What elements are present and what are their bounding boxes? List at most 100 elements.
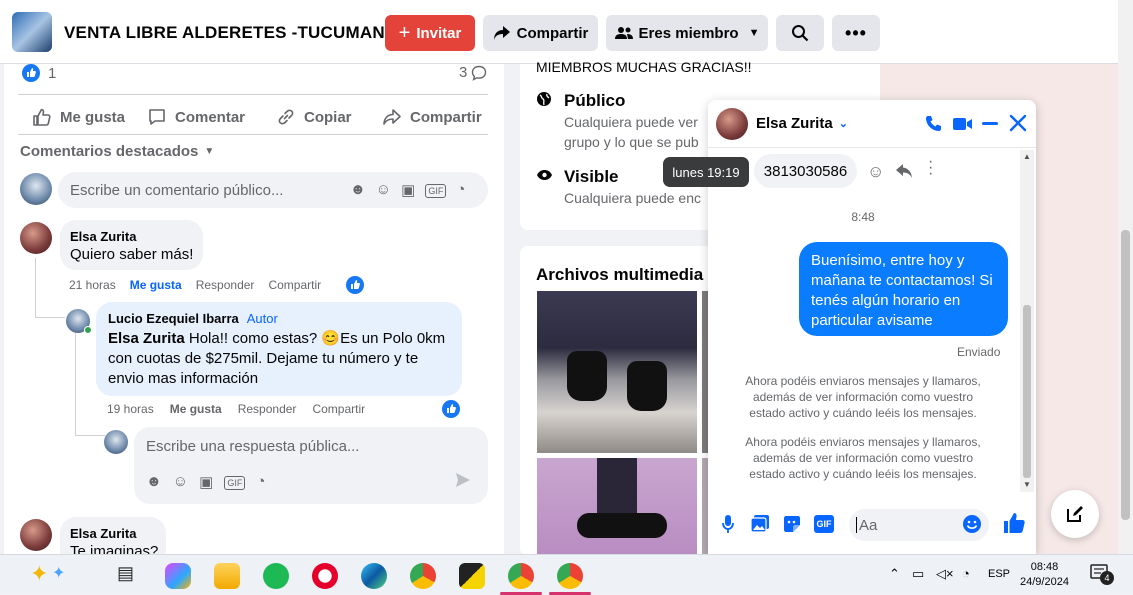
emoji-icon[interactable]: ☺ xyxy=(376,181,391,199)
scrollbar-thumb[interactable] xyxy=(1121,230,1130,520)
commenter-avatar[interactable] xyxy=(20,222,52,254)
feed-scrollbar[interactable] xyxy=(504,64,514,554)
comment-text: Quiero saber más! xyxy=(70,246,194,263)
close-icon[interactable] xyxy=(1009,114,1027,132)
chevron-up-icon[interactable]: ⌃ xyxy=(889,566,900,582)
eye-icon xyxy=(536,169,553,181)
camera-icon[interactable]: ▣ xyxy=(199,473,213,491)
gif-icon[interactable]: GIF xyxy=(814,515,834,533)
avatar-sticker-icon[interactable]: ☻ xyxy=(146,473,162,491)
page-scrollbar[interactable] xyxy=(1118,0,1133,554)
like-button[interactable]: Me gusta xyxy=(32,107,125,127)
like-reaction-icon[interactable] xyxy=(442,400,460,418)
reaction-summary[interactable]: 1 xyxy=(22,64,56,82)
chrome-profile-icon[interactable] xyxy=(557,563,583,589)
reply-reply-button[interactable]: Responder xyxy=(238,402,297,416)
contact-name-button[interactable]: Elsa Zurita ⌄ xyxy=(756,115,848,132)
media-title[interactable]: Archivos multimedia re xyxy=(536,265,724,285)
react-emoji-icon[interactable]: ☺ xyxy=(867,162,884,182)
scroll-down-icon[interactable]: ▼ xyxy=(1023,480,1031,489)
spotify-icon[interactable] xyxy=(263,563,289,589)
scroll-up-icon[interactable]: ▲ xyxy=(1023,152,1031,161)
clock[interactable]: 08:48 24/9/2024 xyxy=(1020,560,1069,590)
reply-share-button[interactable]: Compartir xyxy=(312,402,365,416)
chrome-icon[interactable] xyxy=(410,563,436,589)
more-options-button[interactable]: ••• xyxy=(832,15,880,51)
comment-reply-button[interactable]: Responder xyxy=(196,278,255,292)
ellipsis-icon: ••• xyxy=(845,22,867,43)
emoji-icon[interactable] xyxy=(962,514,982,534)
commenter-avatar[interactable] xyxy=(20,519,52,551)
phone-icon[interactable] xyxy=(924,114,944,134)
gif-icon[interactable]: GIF xyxy=(224,476,246,490)
featured-comments-filter[interactable]: Comentarios destacados ▼ xyxy=(20,143,214,160)
more-vertical-icon[interactable]: · · · xyxy=(928,154,933,182)
message-input[interactable]: Aa xyxy=(849,509,989,541)
like-reaction-icon[interactable] xyxy=(346,276,364,294)
file-explorer-icon[interactable] xyxy=(214,563,240,589)
new-message-button[interactable] xyxy=(1051,490,1099,538)
share-button[interactable]: Compartir xyxy=(382,107,482,127)
my-avatar[interactable] xyxy=(104,430,128,454)
comment-button[interactable]: Comentar xyxy=(147,107,245,127)
group-thumbnail[interactable] xyxy=(12,12,52,52)
comment-author[interactable]: Elsa Zurita xyxy=(70,526,136,541)
copilot-sparkle-icon[interactable]: ✦ xyxy=(30,561,48,587)
share-group-button[interactable]: Compartir xyxy=(483,15,598,51)
opera-icon[interactable] xyxy=(312,563,338,589)
edge-icon[interactable] xyxy=(361,563,387,589)
like-label: Me gusta xyxy=(60,108,126,126)
invite-button[interactable]: + Invitar xyxy=(385,15,475,51)
scrollbar-thumb[interactable] xyxy=(1023,305,1031,478)
photo-icon[interactable] xyxy=(750,514,770,534)
copy-button[interactable]: Copiar xyxy=(276,107,352,127)
sticker-icon[interactable]: ◔ xyxy=(256,473,265,491)
thumbs-up-send-icon[interactable] xyxy=(1002,511,1026,535)
member-button[interactable]: Eres miembro ▼ xyxy=(606,15,768,51)
copilot-icon[interactable] xyxy=(165,563,191,589)
comment-input[interactable]: Escribe un comentario público... ☻ ☺ ▣ G… xyxy=(58,172,488,208)
comment-icon xyxy=(147,107,167,127)
media-photo[interactable] xyxy=(537,458,697,556)
contact-avatar[interactable] xyxy=(716,108,748,140)
task-view-icon[interactable]: ▤ xyxy=(117,563,134,584)
reply-time[interactable]: 19 horas xyxy=(107,402,154,416)
thread-line xyxy=(35,258,36,318)
gif-icon[interactable]: GIF xyxy=(425,184,447,198)
shoe-shape xyxy=(627,361,667,411)
reaction-count: 1 xyxy=(48,64,57,82)
camera-icon[interactable]: ▣ xyxy=(401,181,415,199)
search-button[interactable] xyxy=(776,15,824,51)
reply-like-button[interactable]: Me gusta xyxy=(170,402,222,416)
mention-link[interactable]: Elsa Zurita xyxy=(108,330,185,347)
my-avatar[interactable] xyxy=(20,173,52,205)
video-call-icon[interactable] xyxy=(952,115,974,133)
avatar-sticker-icon[interactable]: ☻ xyxy=(350,181,366,199)
reply-icon[interactable] xyxy=(895,163,913,179)
sticker-icon[interactable]: ◔ xyxy=(456,181,465,199)
microphone-icon[interactable] xyxy=(721,514,735,534)
battery-icon[interactable]: ▭ xyxy=(912,566,924,582)
group-name[interactable]: VENTA LIBRE ALDERETES -TUCUMAN xyxy=(64,23,385,43)
sticky-notes-icon[interactable] xyxy=(459,563,485,589)
minimize-icon[interactable] xyxy=(982,122,998,125)
received-message[interactable]: 3813030586 xyxy=(754,154,857,188)
reply-input[interactable]: Escribe una respuesta pública... ☻ ☺ ▣ G… xyxy=(134,427,488,504)
sticker-icon[interactable] xyxy=(782,514,802,534)
language-indicator[interactable]: ESP xyxy=(988,568,1010,580)
send-icon[interactable] xyxy=(454,471,472,489)
sent-message[interactable]: Buenísimo, entre hoy y mañana te contact… xyxy=(799,242,1008,336)
comment-count[interactable]: 3 xyxy=(459,64,487,81)
chat-scrollbar[interactable]: ▲ ▼ xyxy=(1020,150,1034,492)
comment-time[interactable]: 21 horas xyxy=(69,278,116,292)
mute-icon[interactable]: ◁× xyxy=(936,566,954,582)
emoji-icon[interactable]: ☺ xyxy=(173,473,188,491)
comment-share-button[interactable]: Compartir xyxy=(268,278,321,292)
comment-author[interactable]: Elsa Zurita xyxy=(70,229,136,244)
chrome-profile-icon[interactable] xyxy=(508,563,534,589)
reply-author[interactable]: Lucio Ezequiel Ibarra xyxy=(108,311,239,326)
comment-like-button[interactable]: Me gusta xyxy=(130,278,182,292)
post-panel: 1 3 Me gusta Comentar Copiar Compartir C… xyxy=(4,64,504,554)
media-photo[interactable] xyxy=(537,291,697,453)
wifi-icon[interactable]: ◔ xyxy=(962,566,970,581)
